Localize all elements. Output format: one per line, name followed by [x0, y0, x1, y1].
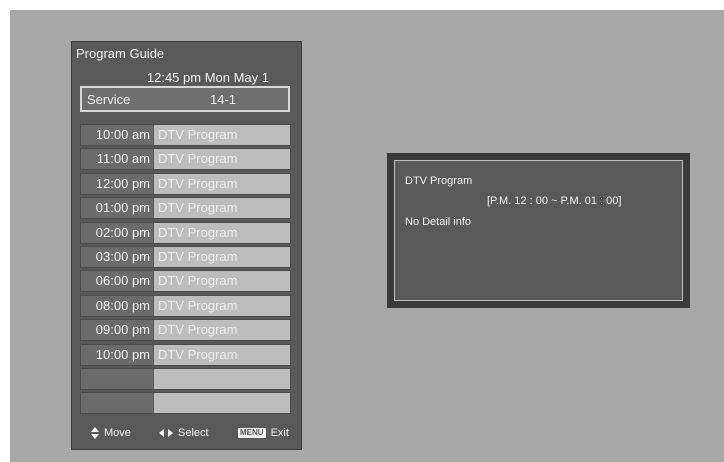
program-row[interactable]: 09:00 pm DTV Program: [80, 319, 291, 342]
program-name: DTV Program: [153, 320, 290, 341]
program-row[interactable]: 11:00 am DTV Program: [80, 148, 291, 171]
program-name: DTV Program: [153, 271, 290, 292]
detail-title: DTV Program: [405, 175, 473, 187]
program-time: 10:00 pm: [81, 344, 153, 365]
program-time: 12:00 pm: [81, 173, 153, 194]
program-name: DTV Program: [153, 173, 290, 194]
program-row-empty[interactable]: [80, 367, 291, 390]
move-hint: Move: [91, 427, 131, 439]
service-label: Service: [87, 92, 131, 107]
program-name: DTV Program: [153, 149, 290, 170]
up-down-arrows-icon: [91, 427, 99, 439]
program-row[interactable]: 08:00 pm DTV Program: [80, 294, 291, 317]
program-time: 03:00 pm: [81, 246, 153, 267]
program-detail-panel: DTV Program [P.M. 12 : 00 ~ P.M. 01 : 00…: [387, 153, 690, 308]
service-channel: 14-1: [210, 92, 237, 107]
program-time: 09:00 pm: [81, 320, 153, 341]
program-name: DTV Program: [153, 246, 290, 267]
program-guide-panel: Program Guide 12:45 pm Mon May 1 Service…: [71, 41, 302, 450]
program-name: DTV Program: [153, 344, 290, 365]
program-row[interactable]: 02:00 pm DTV Program: [80, 221, 291, 244]
program-time: 08:00 pm: [81, 295, 153, 316]
program-detail-content: DTV Program [P.M. 12 : 00 ~ P.M. 01 : 00…: [394, 160, 683, 301]
program-time: 06:00 pm: [81, 271, 153, 292]
left-right-arrows-icon: [159, 429, 173, 437]
program-name: DTV Program: [153, 198, 290, 219]
service-selector[interactable]: Service 14-1: [80, 86, 290, 112]
program-time: 10:00 am: [81, 125, 153, 145]
program-name: [153, 393, 290, 414]
move-label: Move: [104, 427, 131, 439]
program-row[interactable]: 12:00 pm DTV Program: [80, 172, 291, 195]
detail-time-range: [P.M. 12 : 00 ~ P.M. 01 : 00]: [487, 195, 622, 207]
program-row[interactable]: 10:00 pm DTV Program: [80, 343, 291, 366]
guide-footer: Move Select MENU Exit: [72, 427, 301, 441]
program-row[interactable]: 10:00 am DTV Program: [80, 124, 291, 146]
program-name: [153, 368, 290, 389]
tv-screen: Program Guide 12:45 pm Mon May 1 Service…: [10, 10, 724, 462]
exit-label: Exit: [270, 427, 289, 439]
program-list: 10:00 am DTV Program 11:00 am DTV Program …: [80, 124, 291, 417]
select-label: Select: [178, 427, 209, 439]
menu-key-icon: MENU: [238, 428, 266, 438]
program-row[interactable]: 06:00 pm DTV Program: [80, 270, 291, 293]
program-row[interactable]: 01:00 pm DTV Program: [80, 197, 291, 220]
program-time: [81, 393, 153, 414]
detail-info: No Detail info: [405, 216, 472, 228]
program-name: DTV Program: [153, 295, 290, 316]
program-time: 01:00 pm: [81, 198, 153, 219]
program-time: 02:00 pm: [81, 222, 153, 243]
guide-datetime: 12:45 pm Mon May 1: [146, 70, 269, 85]
program-time: 11:00 am: [81, 149, 153, 170]
program-row[interactable]: 03:00 pm DTV Program: [80, 245, 291, 268]
program-name: DTV Program: [153, 222, 290, 243]
program-name: DTV Program: [153, 125, 290, 145]
program-time: [81, 368, 153, 389]
exit-hint: MENU Exit: [238, 427, 289, 439]
select-hint: Select: [159, 427, 209, 439]
program-row-empty[interactable]: [80, 392, 291, 415]
guide-title: Program Guide: [76, 46, 165, 61]
